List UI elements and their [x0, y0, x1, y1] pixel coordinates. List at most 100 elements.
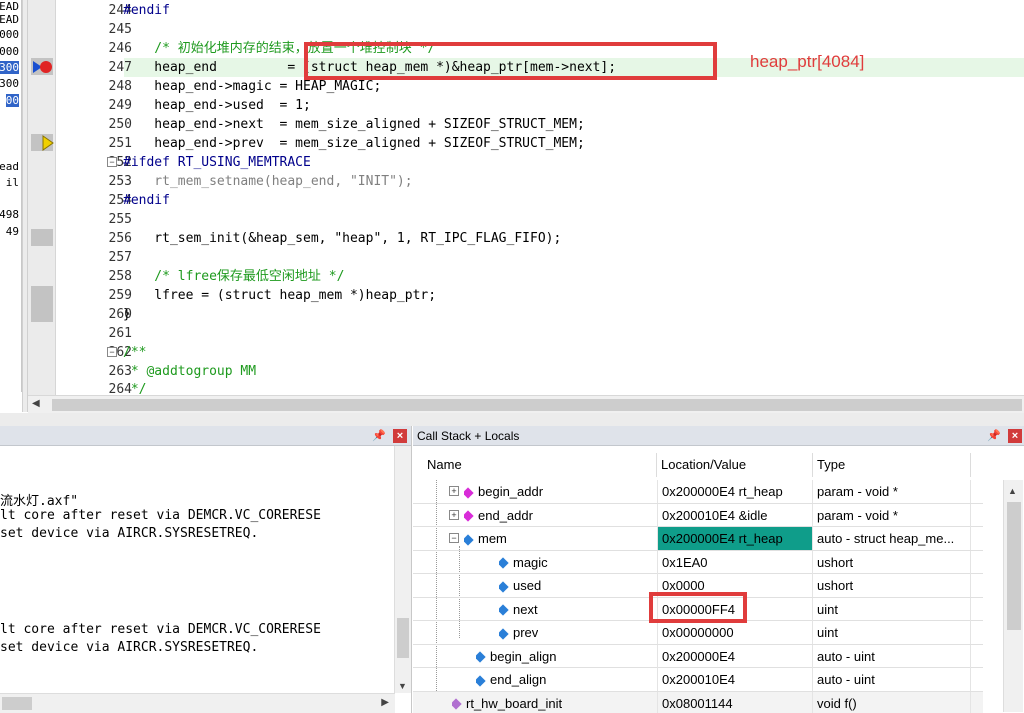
output-line: set device via AIRCR.SYSRESETREQ.: [0, 640, 259, 655]
panel-title: Call Stack + Locals: [413, 426, 1024, 446]
local-icon: [464, 533, 474, 546]
output-horizontal-scrollbar[interactable]: ▶: [0, 693, 395, 713]
local-icon: [476, 651, 486, 663]
highlight-box: [649, 592, 747, 623]
var-type: param - void *: [813, 480, 971, 503]
line-number: 262: [108, 345, 132, 360]
scroll-down-icon[interactable]: ▼: [398, 681, 407, 691]
code-line-comment: */: [123, 382, 147, 395]
line-number: 247: [108, 60, 132, 75]
var-type: ushort: [813, 574, 971, 597]
scroll-right-icon[interactable]: ▶: [381, 697, 389, 708]
column-header-type[interactable]: Type: [813, 453, 971, 477]
highlight-box: [304, 42, 717, 80]
left-pane-text: 49: [5, 225, 19, 238]
var-value[interactable]: 0x1EA0: [657, 550, 813, 574]
line-number: 251: [108, 136, 132, 151]
line-number: 246: [108, 41, 132, 56]
var-value[interactable]: 0x200010E4 &idle: [657, 503, 813, 527]
var-type: param - void *: [813, 503, 971, 527]
scrollbar-thumb[interactable]: [1007, 502, 1021, 630]
left-pane-text: 300: [0, 77, 19, 90]
output-line: set device via AIRCR.SYSRESETREQ.: [0, 526, 259, 541]
var-value[interactable]: 0x200000E4 rt_heap: [657, 480, 813, 503]
callstack-locals-panel[interactable]: Call Stack + Locals 📌 × Name Location/Va…: [413, 426, 1024, 713]
callstack-vertical-scrollbar[interactable]: ▲: [1003, 480, 1023, 712]
var-value[interactable]: 0x08001144: [657, 691, 813, 713]
var-name: next: [499, 598, 538, 621]
left-pane-text: ead: [0, 160, 19, 173]
table-row[interactable]: rt_hw_board_init 0x08001144 void f(): [413, 691, 983, 713]
scroll-up-icon[interactable]: ▲: [1008, 486, 1017, 496]
var-type: uint: [813, 597, 971, 621]
left-pane-clipped: EAD EAD 000 000 300 300 00 ead il 498 49: [0, 0, 22, 392]
column-header-value[interactable]: Location/Value: [657, 453, 813, 477]
table-row[interactable]: magic 0x1EA0 ushort: [413, 550, 983, 574]
output-line: lt core after reset via DEMCR.VC_CORERES…: [0, 508, 321, 523]
var-name: end_addr: [464, 504, 533, 527]
output-line: lt core after reset via DEMCR.VC_CORERES…: [0, 622, 321, 637]
code-line: heap_end->prev = mem_size_aligned + SIZE…: [123, 136, 585, 151]
close-icon[interactable]: ×: [1008, 429, 1022, 443]
param-icon: [464, 510, 474, 522]
code-line: #endif: [123, 193, 170, 208]
line-number: 256: [108, 231, 132, 246]
var-name: begin_align: [476, 645, 557, 668]
fold-toggle[interactable]: −: [107, 347, 117, 357]
var-name: begin_addr: [464, 480, 543, 503]
table-row[interactable]: + begin_addr 0x200000E4 rt_heap param - …: [413, 480, 983, 504]
left-pane-text: EAD: [0, 0, 19, 13]
line-number: 261: [108, 326, 132, 341]
scrollbar-thumb[interactable]: [2, 697, 32, 710]
var-value[interactable]: 0x00000000: [657, 621, 813, 644]
gutter-marker: [31, 229, 53, 246]
table-row[interactable]: − mem 0x200000E4 rt_heap auto - struct h…: [413, 527, 983, 551]
code-line: lfree = (struct heap_mem *)heap_ptr;: [123, 288, 437, 303]
table-row[interactable]: + end_addr 0x200010E4 &idle param - void…: [413, 503, 983, 527]
breakpoint-icon[interactable]: [32, 59, 54, 75]
code-line-comment: * @addtogroup MM: [123, 364, 257, 379]
code-line: #endif: [123, 3, 170, 18]
column-header-name[interactable]: Name: [413, 453, 657, 477]
panel-separator[interactable]: [0, 413, 1024, 426]
table-row[interactable]: end_align 0x200010E4 auto - uint: [413, 668, 983, 692]
pin-icon[interactable]: 📌: [987, 429, 1001, 443]
collapse-icon[interactable]: −: [449, 533, 459, 543]
scrollbar-thumb[interactable]: [52, 399, 1022, 411]
left-pane-text: 300: [0, 61, 19, 74]
expand-icon[interactable]: +: [449, 509, 459, 520]
output-vertical-scrollbar[interactable]: ▼: [394, 446, 411, 693]
table-row[interactable]: prev 0x00000000 uint: [413, 621, 983, 645]
var-value[interactable]: 0x200000E4: [657, 644, 813, 668]
scroll-left-icon[interactable]: ◀: [32, 398, 40, 409]
var-type: uint: [813, 621, 971, 644]
editor-gutter[interactable]: [28, 0, 56, 395]
var-name: magic: [499, 551, 548, 574]
var-name: mem: [464, 527, 507, 550]
var-value[interactable]: 0x200010E4: [657, 668, 813, 691]
line-number: 257: [108, 250, 132, 265]
code-editor[interactable]: 244 245 246 247 248 249 250 251 252 253 …: [28, 0, 1024, 395]
left-pane-text: EAD: [0, 13, 19, 26]
var-value[interactable]: 0x200000E4 rt_heap: [657, 527, 813, 550]
fold-toggle[interactable]: −: [107, 157, 117, 167]
build-output-panel[interactable]: 📌 × 流水灯.axf" lt core after reset via DEM…: [0, 426, 412, 713]
left-pane-text: 00: [5, 94, 19, 107]
field-icon: [499, 557, 509, 569]
line-number: 248: [108, 79, 132, 94]
pin-icon[interactable]: 📌: [372, 429, 386, 443]
function-icon: [452, 698, 462, 710]
line-number: 263: [108, 364, 132, 379]
table-row[interactable]: begin_align 0x200000E4 auto - uint: [413, 644, 983, 668]
editor-horizontal-scrollbar[interactable]: ◀: [28, 395, 1024, 413]
left-pane-text: 000: [0, 45, 19, 58]
output-line: 流水灯.axf": [0, 494, 79, 509]
line-number: 252: [108, 155, 132, 170]
close-icon[interactable]: ×: [393, 429, 407, 443]
code-line: }: [123, 307, 131, 322]
expand-icon[interactable]: +: [449, 486, 459, 496]
code-line-comment: /**: [123, 345, 147, 360]
line-number: 258: [108, 269, 132, 284]
annotation-label: heap_ptr[4084]: [750, 52, 865, 71]
scrollbar-thumb[interactable]: [397, 618, 409, 658]
